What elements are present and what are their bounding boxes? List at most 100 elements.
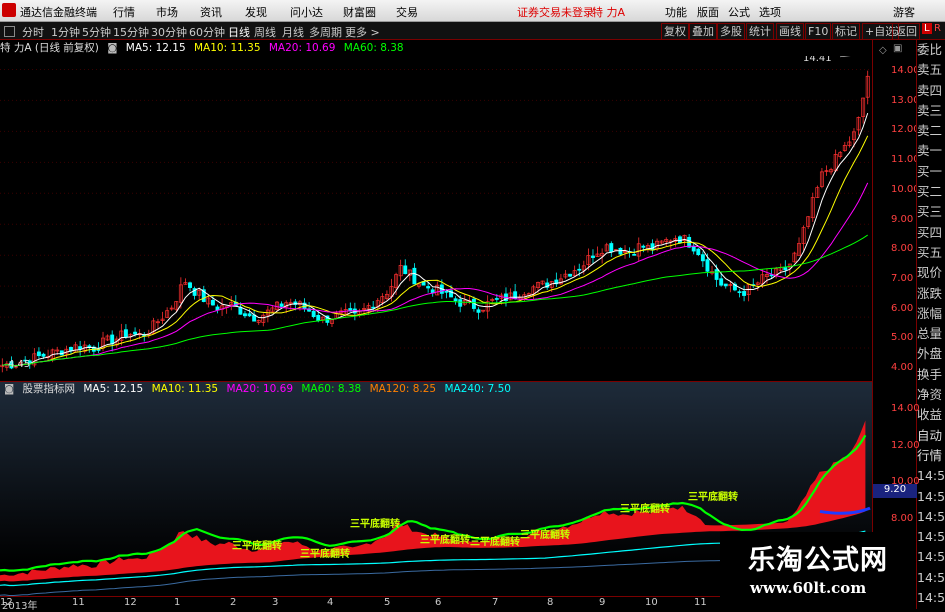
date-tick-label: 3	[272, 597, 279, 608]
ma20-line	[2, 182, 869, 367]
adjust-button[interactable]: 复权	[661, 23, 689, 40]
candle	[481, 309, 486, 313]
candle	[531, 284, 536, 299]
quote-field: 14:55	[917, 468, 945, 484]
candle	[302, 298, 307, 312]
corner-r-badge[interactable]: R	[934, 23, 941, 34]
toggle-checkbox[interactable]	[4, 26, 15, 37]
menu-layout[interactable]: 版面	[697, 4, 719, 20]
sub-tick-label: 14.00	[891, 403, 920, 414]
candle	[783, 260, 788, 276]
quote-field: 委比	[917, 42, 943, 57]
candle	[430, 287, 435, 297]
sub-settings-icon[interactable]: ◙	[4, 383, 14, 395]
candle	[256, 319, 261, 325]
candle	[183, 278, 188, 285]
statistics-button[interactable]: 统计	[746, 23, 774, 40]
candle	[330, 319, 334, 327]
draw-line-button[interactable]: 画线	[776, 23, 804, 40]
menu-wealth[interactable]: 财富圈	[343, 4, 376, 20]
sub-ma10-label: MA10: 11.35	[151, 383, 219, 395]
price-tick-label: 6.00	[891, 302, 914, 314]
diamond-icon[interactable]: ◇	[879, 45, 887, 56]
candle	[435, 281, 440, 296]
watermark-name: 乐淘公式网	[748, 545, 888, 576]
settings-icon[interactable]: ◙	[107, 42, 117, 54]
candle	[453, 296, 458, 305]
candle	[563, 270, 568, 279]
candle	[865, 70, 870, 105]
quote-field: 卖三	[917, 102, 943, 118]
main-kline-chart[interactable]: 14.41 4.45	[0, 56, 872, 381]
candle	[668, 239, 673, 250]
period-5min[interactable]: 5分钟	[82, 24, 111, 40]
period-daily[interactable]: 日线	[228, 24, 250, 40]
overlay-button[interactable]: 叠加	[689, 23, 717, 40]
ma60-line	[2, 234, 868, 367]
candle	[645, 243, 650, 253]
sub-chart-legend: ◙ 股票指标网 MA5: 12.15 MA10: 11.35 MA20: 10.…	[4, 381, 516, 396]
high-price-marker: 14.41	[803, 56, 832, 64]
menu-options[interactable]: 选项	[759, 4, 781, 20]
candle	[641, 244, 646, 253]
candle	[609, 241, 614, 258]
panel-toggle-icon[interactable]: ▣	[893, 43, 902, 54]
candle	[806, 215, 811, 229]
quote-field: 买四	[917, 224, 943, 240]
period-15min[interactable]: 15分钟	[113, 24, 149, 40]
period-multi[interactable]: 多周期	[309, 24, 342, 40]
candle	[732, 281, 737, 292]
price-tick-label: 5.00	[891, 332, 914, 344]
quote-field: 14:56	[917, 569, 945, 585]
quote-field: 涨幅	[917, 305, 943, 321]
quote-field[interactable]: 行情	[917, 446, 945, 466]
login-notice[interactable]: 证券交易未登录	[517, 4, 594, 20]
menu-function[interactable]: 功能	[665, 4, 687, 20]
candle	[696, 247, 701, 257]
multi-stock-button[interactable]: 多股	[717, 23, 745, 40]
candle	[554, 272, 559, 287]
candle	[82, 340, 87, 354]
menu-ask[interactable]: 问小达	[290, 4, 323, 20]
menu-discover[interactable]: 发现	[245, 4, 267, 20]
date-tick-label: 6	[435, 597, 442, 608]
mark-button[interactable]: 标记	[832, 23, 860, 40]
date-tick-label: 11	[694, 597, 707, 608]
signal-label: 三平底翻转	[232, 539, 282, 552]
menu-news[interactable]: 资讯	[200, 4, 222, 20]
candle	[78, 340, 83, 356]
date-tick-label: 1	[174, 597, 181, 608]
price-tick-label: 7.00	[891, 272, 914, 284]
signal-label: 三平底翻转	[350, 517, 400, 530]
date-tick-label: 5	[384, 597, 391, 608]
menu-quotes[interactable]: 行情	[113, 4, 135, 20]
candle	[545, 278, 550, 290]
quote-field: 卖二	[917, 123, 943, 139]
period-1min[interactable]: 1分钟	[51, 24, 80, 40]
candle	[261, 313, 266, 327]
guest-label[interactable]: 游客	[893, 4, 915, 20]
candle	[824, 165, 829, 176]
f10-button[interactable]: F10	[805, 23, 832, 40]
candle	[700, 251, 705, 268]
period-monthly[interactable]: 月线	[282, 24, 304, 40]
right-quote-panel: 委比 卖五 卖四 卖三 卖二 卖一 买一 买二 买三 买四 买五 现价 涨跌 涨幅 总量 外盘 换手 净资 收益 自动…	[916, 40, 945, 609]
period-30min[interactable]: 30分钟	[151, 24, 187, 40]
quote-field[interactable]: 自动	[917, 426, 945, 446]
back-button[interactable]: 返回	[892, 23, 920, 40]
quote-field: 买五	[917, 244, 943, 260]
candle	[32, 348, 37, 368]
period-timeshare[interactable]: 分时	[22, 24, 44, 40]
quote-field: 买二	[917, 184, 943, 200]
period-more[interactable]: 更多 >	[345, 24, 380, 40]
date-tick-label: 2	[230, 597, 237, 608]
candle	[229, 296, 234, 311]
menu-trade[interactable]: 交易	[396, 4, 418, 20]
ma60-label: MA60: 8.38	[343, 42, 404, 54]
date-tick-label: 7	[492, 597, 499, 608]
menu-formula[interactable]: 公式	[728, 4, 750, 20]
corner-l-badge[interactable]: L	[922, 23, 932, 34]
period-60min[interactable]: 60分钟	[189, 24, 225, 40]
period-weekly[interactable]: 周线	[254, 24, 276, 40]
menu-market[interactable]: 市场	[156, 4, 178, 20]
